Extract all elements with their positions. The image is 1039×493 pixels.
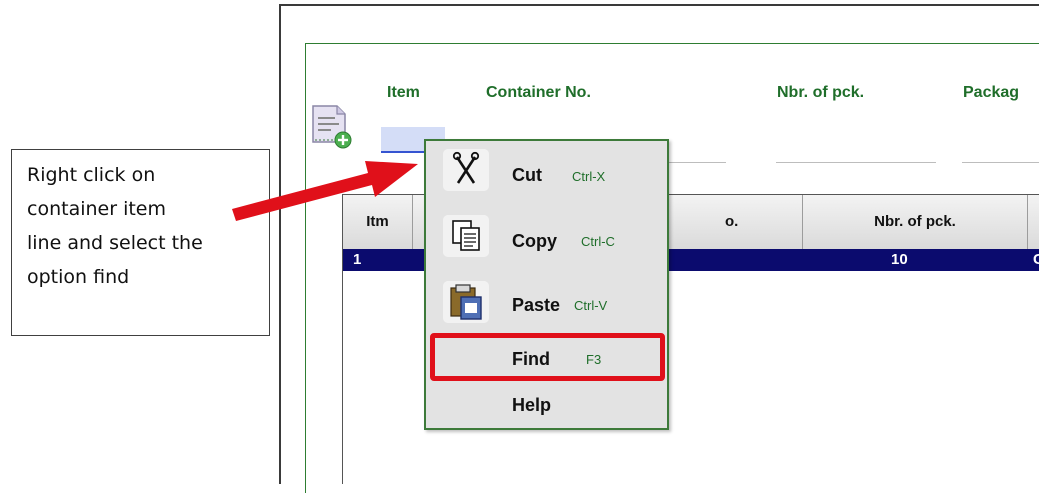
- menu-label-help: Help: [512, 395, 552, 415]
- row-package-cell: C: [1033, 251, 1039, 268]
- callout-line-3: line and select the: [27, 232, 203, 254]
- menu-item-copy[interactable]: Copy Ctrl-C: [426, 209, 667, 269]
- col-head-nbr-pck[interactable]: Nbr. of pck.: [803, 195, 1028, 249]
- nbr-pck-field[interactable]: [776, 162, 936, 163]
- label-container-no: Container No.: [486, 84, 591, 101]
- copy-icon: [443, 215, 489, 257]
- callout-line-4: option find: [27, 266, 130, 288]
- menu-label-cut: Cut: [512, 165, 542, 185]
- context-menu: Cut Ctrl-X Copy Ctrl-C Paste Ctrl-V Find: [424, 139, 669, 430]
- menu-item-paste[interactable]: Paste Ctrl-V: [426, 275, 667, 331]
- col-head-package[interactable]: [1028, 195, 1039, 249]
- menu-label-copy: Copy: [512, 231, 557, 251]
- menu-label-paste: Paste: [512, 295, 561, 315]
- pointer-arrow-icon: [232, 161, 418, 221]
- menu-shortcut-cut: Ctrl-X: [572, 169, 606, 184]
- menu-shortcut-copy: Ctrl-C: [581, 234, 615, 249]
- menu-shortcut-paste: Ctrl-V: [574, 298, 608, 313]
- row-itm-cell: 1: [353, 251, 362, 268]
- label-nbr-pck: Nbr. of pck.: [777, 84, 865, 101]
- menu-item-help[interactable]: Help: [426, 389, 667, 423]
- paste-icon: [443, 281, 489, 323]
- scissors-icon: [443, 149, 489, 191]
- row-nbr-pck-cell: 10: [891, 251, 908, 268]
- package-field[interactable]: [962, 162, 1039, 163]
- label-package: Packag: [963, 84, 1020, 101]
- label-item: Item: [387, 84, 420, 101]
- document-add-icon[interactable]: [309, 102, 353, 150]
- menu-item-cut[interactable]: Cut Ctrl-X: [426, 141, 667, 205]
- find-highlight-box: [430, 333, 665, 381]
